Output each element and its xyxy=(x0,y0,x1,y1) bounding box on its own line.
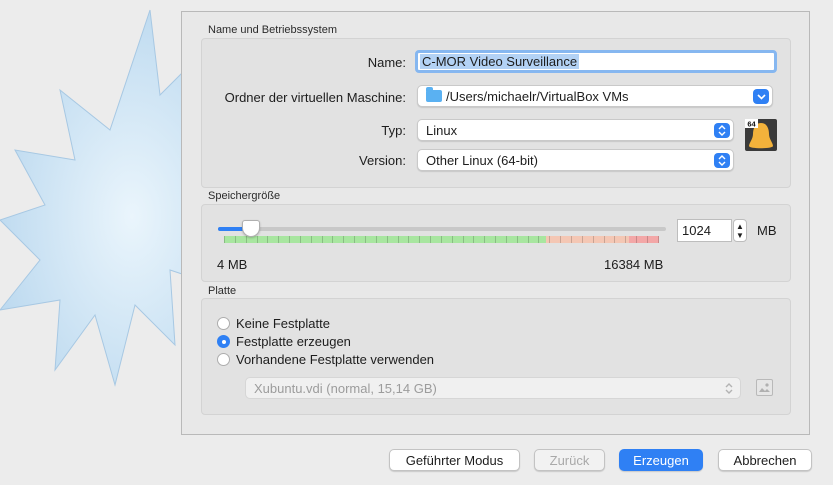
memory-scale-ticks xyxy=(224,236,659,243)
scale-tick xyxy=(636,236,638,243)
create-button[interactable]: Erzeugen xyxy=(619,449,703,471)
scale-tick xyxy=(256,236,258,243)
scale-tick xyxy=(614,236,616,243)
version-label: Version: xyxy=(359,153,406,168)
scale-tick xyxy=(234,236,236,243)
memory-min-label: 4 MB xyxy=(217,257,248,272)
memory-input[interactable]: 1024 xyxy=(677,219,732,242)
scale-tick xyxy=(505,236,507,243)
name-input-value: C-MOR Video Surveillance xyxy=(420,54,580,69)
scale-tick xyxy=(310,236,312,243)
radio-button-selected[interactable] xyxy=(217,335,230,348)
scale-tick xyxy=(571,236,572,243)
scale-tick xyxy=(657,236,659,243)
scale-tick xyxy=(430,236,432,243)
scale-tick xyxy=(473,236,475,243)
scale-tick xyxy=(625,236,627,243)
memory-group xyxy=(201,204,791,282)
scale-tick xyxy=(440,236,442,243)
memory-max-label: 16384 MB xyxy=(604,257,664,272)
scale-tick xyxy=(386,236,388,243)
scale-tick xyxy=(419,236,421,243)
scale-tick xyxy=(462,236,464,243)
memory-stepper[interactable]: ▲ ▼ xyxy=(733,219,747,242)
scale-tick xyxy=(397,236,399,243)
folder-icon xyxy=(426,87,442,102)
type-label: Typ: xyxy=(381,123,406,138)
scale-tick xyxy=(224,236,225,243)
disk-folder-icon[interactable] xyxy=(756,379,773,396)
os-badge-64: 64 xyxy=(747,120,756,129)
scale-tick xyxy=(592,236,594,243)
chevron-updown-icon xyxy=(721,381,737,396)
version-value: Other Linux (64-bit) xyxy=(426,152,538,168)
name-os-section-title: Name und Betriebssystem xyxy=(208,24,337,36)
guided-mode-button[interactable]: Geführter Modus xyxy=(389,449,520,471)
scale-tick xyxy=(278,236,280,243)
cancel-button[interactable]: Abbrechen xyxy=(718,449,812,471)
existing-disk-popup[interactable]: Xubuntu.vdi (normal, 15,14 GB) xyxy=(245,377,741,399)
scale-tick xyxy=(603,236,605,243)
scale-tick xyxy=(549,236,551,243)
radio-button[interactable] xyxy=(217,353,230,366)
name-input[interactable]: C-MOR Video Surveillance xyxy=(415,50,777,73)
scale-tick xyxy=(538,236,540,243)
folder-label: Ordner der virtuellen Maschine: xyxy=(224,90,406,105)
radio-label: Vorhandene Festplatte verwenden xyxy=(236,352,435,367)
folder-value: /Users/michaelr/VirtualBox VMs xyxy=(446,88,629,104)
chevron-updown-icon xyxy=(714,153,730,168)
scale-tick xyxy=(321,236,323,243)
radio-label: Festplatte erzeugen xyxy=(236,334,351,349)
scale-tick xyxy=(646,236,648,243)
scale-tick xyxy=(451,236,453,243)
linux-tux-icon: 64 xyxy=(745,119,777,151)
radio-no-disk[interactable]: Keine Festplatte xyxy=(217,316,330,331)
scale-tick xyxy=(332,236,334,243)
back-button[interactable]: Zurück xyxy=(534,449,605,471)
version-popup[interactable]: Other Linux (64-bit) xyxy=(417,149,734,171)
scale-tick xyxy=(289,236,291,243)
radio-existing-disk[interactable]: Vorhandene Festplatte verwenden xyxy=(217,352,434,367)
folder-popup[interactable]: /Users/michaelr/VirtualBox VMs xyxy=(417,85,773,107)
stepper-up-icon[interactable]: ▲ xyxy=(736,222,744,231)
memory-section-title: Speichergröße xyxy=(208,190,281,202)
disk-section-title: Platte xyxy=(208,285,237,297)
memory-unit: MB xyxy=(757,223,777,238)
scale-tick xyxy=(560,236,562,243)
name-label: Name: xyxy=(367,55,406,70)
existing-disk-value: Xubuntu.vdi (normal, 15,14 GB) xyxy=(254,380,437,396)
scale-tick xyxy=(516,236,518,243)
radio-label: Keine Festplatte xyxy=(236,316,330,331)
scale-tick xyxy=(375,236,377,243)
scale-tick xyxy=(267,236,269,243)
memory-slider-track[interactable] xyxy=(218,227,666,231)
chevron-down-icon xyxy=(753,89,769,104)
scale-tick xyxy=(245,236,247,243)
type-value: Linux xyxy=(426,122,458,138)
scale-tick xyxy=(364,236,366,243)
radio-button[interactable] xyxy=(217,317,230,330)
stepper-down-icon[interactable]: ▼ xyxy=(736,231,744,240)
scale-tick xyxy=(527,236,529,243)
scale-tick xyxy=(408,236,410,243)
type-popup[interactable]: Linux xyxy=(417,119,734,141)
scale-tick xyxy=(581,236,583,243)
scale-tick xyxy=(299,236,301,243)
scale-tick xyxy=(343,236,345,243)
scale-tick xyxy=(484,236,486,243)
scale-tick xyxy=(495,236,497,243)
scale-tick xyxy=(354,236,356,243)
chevron-updown-icon xyxy=(714,123,730,138)
radio-create-disk[interactable]: Festplatte erzeugen xyxy=(217,334,351,349)
